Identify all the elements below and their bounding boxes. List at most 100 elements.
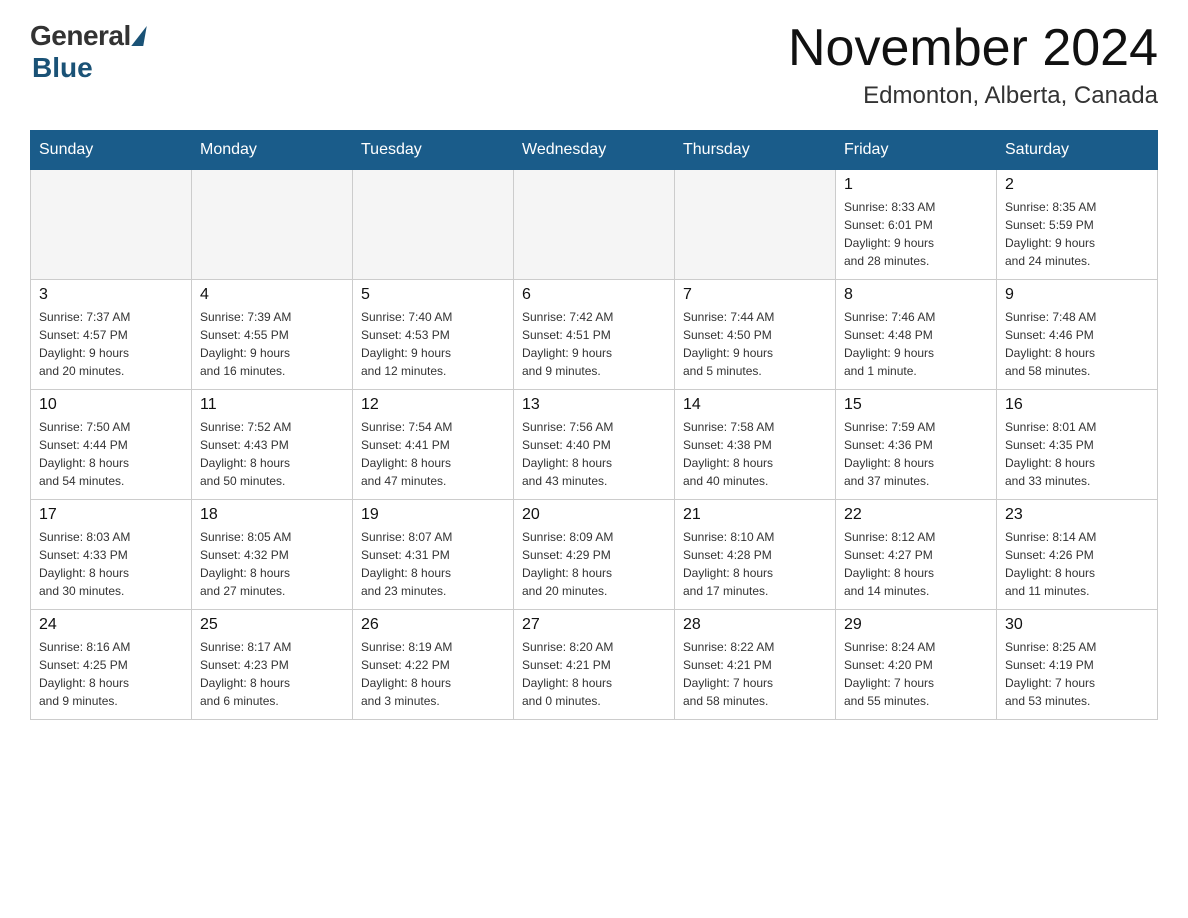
day-info: Sunrise: 8:35 AMSunset: 5:59 PMDaylight:… [1005, 198, 1149, 270]
day-info: Sunrise: 8:10 AMSunset: 4:28 PMDaylight:… [683, 528, 827, 600]
calendar-week-row: 3 Sunrise: 7:37 AMSunset: 4:57 PMDaylight… [31, 280, 1158, 390]
calendar-day-cell: 7 Sunrise: 7:44 AMSunset: 4:50 PMDaylight… [675, 280, 836, 390]
day-number: 9 [1005, 286, 1149, 304]
day-number: 26 [361, 616, 505, 634]
day-info: Sunrise: 8:01 AMSunset: 4:35 PMDaylight:… [1005, 418, 1149, 490]
day-of-week-header: Wednesday [514, 131, 675, 170]
calendar-day-cell: 10 Sunrise: 7:50 AMSunset: 4:44 PMDayligh… [31, 390, 192, 500]
calendar-day-cell: 4 Sunrise: 7:39 AMSunset: 4:55 PMDaylight… [192, 280, 353, 390]
logo-blue-text: Blue [32, 52, 93, 83]
day-number: 3 [39, 286, 183, 304]
day-number: 27 [522, 616, 666, 634]
day-number: 18 [200, 506, 344, 524]
day-info: Sunrise: 8:19 AMSunset: 4:22 PMDaylight:… [361, 638, 505, 710]
day-info: Sunrise: 7:58 AMSunset: 4:38 PMDaylight:… [683, 418, 827, 490]
calendar-day-cell: 2 Sunrise: 8:35 AMSunset: 5:59 PMDaylight… [997, 170, 1158, 280]
day-of-week-header: Sunday [31, 131, 192, 170]
calendar-day-cell: 13 Sunrise: 7:56 AMSunset: 4:40 PMDayligh… [514, 390, 675, 500]
logo-general-text: General [30, 20, 131, 52]
calendar-day-cell [353, 170, 514, 280]
calendar-day-cell: 24 Sunrise: 8:16 AMSunset: 4:25 PMDayligh… [31, 610, 192, 720]
calendar-day-cell: 14 Sunrise: 7:58 AMSunset: 4:38 PMDayligh… [675, 390, 836, 500]
day-info: Sunrise: 8:24 AMSunset: 4:20 PMDaylight:… [844, 638, 988, 710]
day-info: Sunrise: 8:25 AMSunset: 4:19 PMDaylight:… [1005, 638, 1149, 710]
calendar-day-cell: 21 Sunrise: 8:10 AMSunset: 4:28 PMDayligh… [675, 500, 836, 610]
calendar-day-cell: 3 Sunrise: 7:37 AMSunset: 4:57 PMDaylight… [31, 280, 192, 390]
day-number: 19 [361, 506, 505, 524]
day-number: 28 [683, 616, 827, 634]
day-number: 21 [683, 506, 827, 524]
calendar-day-cell [192, 170, 353, 280]
day-info: Sunrise: 7:48 AMSunset: 4:46 PMDaylight:… [1005, 308, 1149, 380]
day-of-week-header: Thursday [675, 131, 836, 170]
logo: General Blue [30, 20, 145, 84]
location-title: Edmonton, Alberta, Canada [788, 82, 1158, 110]
calendar-day-cell: 11 Sunrise: 7:52 AMSunset: 4:43 PMDayligh… [192, 390, 353, 500]
calendar-day-cell: 19Sunrise: 8:07 AMSunset: 4:31 PMDayligh… [353, 500, 514, 610]
calendar-day-cell: 25 Sunrise: 8:17 AMSunset: 4:23 PMDayligh… [192, 610, 353, 720]
calendar-table: SundayMondayTuesdayWednesdayThursdayFrid… [30, 130, 1158, 720]
calendar-day-cell: 29 Sunrise: 8:24 AMSunset: 4:20 PMDayligh… [836, 610, 997, 720]
day-info: Sunrise: 7:42 AMSunset: 4:51 PMDaylight:… [522, 308, 666, 380]
day-number: 14 [683, 396, 827, 414]
day-info: Sunrise: 8:22 AMSunset: 4:21 PMDaylight:… [683, 638, 827, 710]
day-number: 5 [361, 286, 505, 304]
day-number: 4 [200, 286, 344, 304]
day-info: Sunrise: 7:44 AMSunset: 4:50 PMDaylight:… [683, 308, 827, 380]
calendar-day-cell: 22Sunrise: 8:12 AMSunset: 4:27 PMDayligh… [836, 500, 997, 610]
day-info: Sunrise: 7:46 AMSunset: 4:48 PMDaylight:… [844, 308, 988, 380]
day-of-week-header: Friday [836, 131, 997, 170]
calendar-day-cell: 18 Sunrise: 8:05 AMSunset: 4:32 PMDayligh… [192, 500, 353, 610]
day-number: 11 [200, 396, 344, 414]
day-info: Sunrise: 8:17 AMSunset: 4:23 PMDaylight:… [200, 638, 344, 710]
day-info: Sunrise: 7:40 AMSunset: 4:53 PMDaylight:… [361, 308, 505, 380]
day-info: Sunrise: 7:37 AMSunset: 4:57 PMDaylight:… [39, 308, 183, 380]
day-info: Sunrise: 7:39 AMSunset: 4:55 PMDaylight:… [200, 308, 344, 380]
title-section: November 2024 Edmonton, Alberta, Canada [788, 20, 1158, 110]
day-info: Sunrise: 8:33 AMSunset: 6:01 PMDaylight:… [844, 198, 988, 270]
day-of-week-header: Saturday [997, 131, 1158, 170]
day-info: Sunrise: 7:52 AMSunset: 4:43 PMDaylight:… [200, 418, 344, 490]
calendar-day-cell: 15 Sunrise: 7:59 AMSunset: 4:36 PMDayligh… [836, 390, 997, 500]
calendar-day-cell: 27 Sunrise: 8:20 AMSunset: 4:21 PMDayligh… [514, 610, 675, 720]
day-of-week-header: Tuesday [353, 131, 514, 170]
day-number: 12 [361, 396, 505, 414]
day-number: 20 [522, 506, 666, 524]
calendar-day-cell: 20 Sunrise: 8:09 AMSunset: 4:29 PMDayligh… [514, 500, 675, 610]
day-info: Sunrise: 8:09 AMSunset: 4:29 PMDaylight:… [522, 528, 666, 600]
day-number: 2 [1005, 176, 1149, 194]
calendar-day-cell: 30 Sunrise: 8:25 AMSunset: 4:19 PMDayligh… [997, 610, 1158, 720]
day-info: Sunrise: 7:56 AMSunset: 4:40 PMDaylight:… [522, 418, 666, 490]
calendar-week-row: 1 Sunrise: 8:33 AMSunset: 6:01 PMDaylight… [31, 170, 1158, 280]
day-info: Sunrise: 7:50 AMSunset: 4:44 PMDaylight:… [39, 418, 183, 490]
calendar-header-row: SundayMondayTuesdayWednesdayThursdayFrid… [31, 131, 1158, 170]
calendar-day-cell: 17Sunrise: 8:03 AMSunset: 4:33 PMDayligh… [31, 500, 192, 610]
calendar-day-cell: 16 Sunrise: 8:01 AMSunset: 4:35 PMDayligh… [997, 390, 1158, 500]
day-number: 25 [200, 616, 344, 634]
day-info: Sunrise: 8:16 AMSunset: 4:25 PMDaylight:… [39, 638, 183, 710]
day-number: 29 [844, 616, 988, 634]
day-number: 30 [1005, 616, 1149, 634]
day-number: 22 [844, 506, 988, 524]
day-number: 1 [844, 176, 988, 194]
day-number: 13 [522, 396, 666, 414]
day-of-week-header: Monday [192, 131, 353, 170]
month-title: November 2024 [788, 20, 1158, 77]
day-number: 24 [39, 616, 183, 634]
calendar-day-cell [514, 170, 675, 280]
day-number: 17 [39, 506, 183, 524]
day-number: 16 [1005, 396, 1149, 414]
day-number: 15 [844, 396, 988, 414]
day-info: Sunrise: 8:05 AMSunset: 4:32 PMDaylight:… [200, 528, 344, 600]
calendar-day-cell: 12Sunrise: 7:54 AMSunset: 4:41 PMDayligh… [353, 390, 514, 500]
day-info: Sunrise: 8:20 AMSunset: 4:21 PMDaylight:… [522, 638, 666, 710]
day-info: Sunrise: 8:14 AMSunset: 4:26 PMDaylight:… [1005, 528, 1149, 600]
calendar-day-cell: 6Sunrise: 7:42 AMSunset: 4:51 PMDaylight… [514, 280, 675, 390]
calendar-week-row: 10 Sunrise: 7:50 AMSunset: 4:44 PMDayligh… [31, 390, 1158, 500]
calendar-day-cell: 9 Sunrise: 7:48 AMSunset: 4:46 PMDaylight… [997, 280, 1158, 390]
day-info: Sunrise: 7:59 AMSunset: 4:36 PMDaylight:… [844, 418, 988, 490]
day-number: 7 [683, 286, 827, 304]
calendar-day-cell [31, 170, 192, 280]
day-number: 10 [39, 396, 183, 414]
calendar-week-row: 17Sunrise: 8:03 AMSunset: 4:33 PMDayligh… [31, 500, 1158, 610]
